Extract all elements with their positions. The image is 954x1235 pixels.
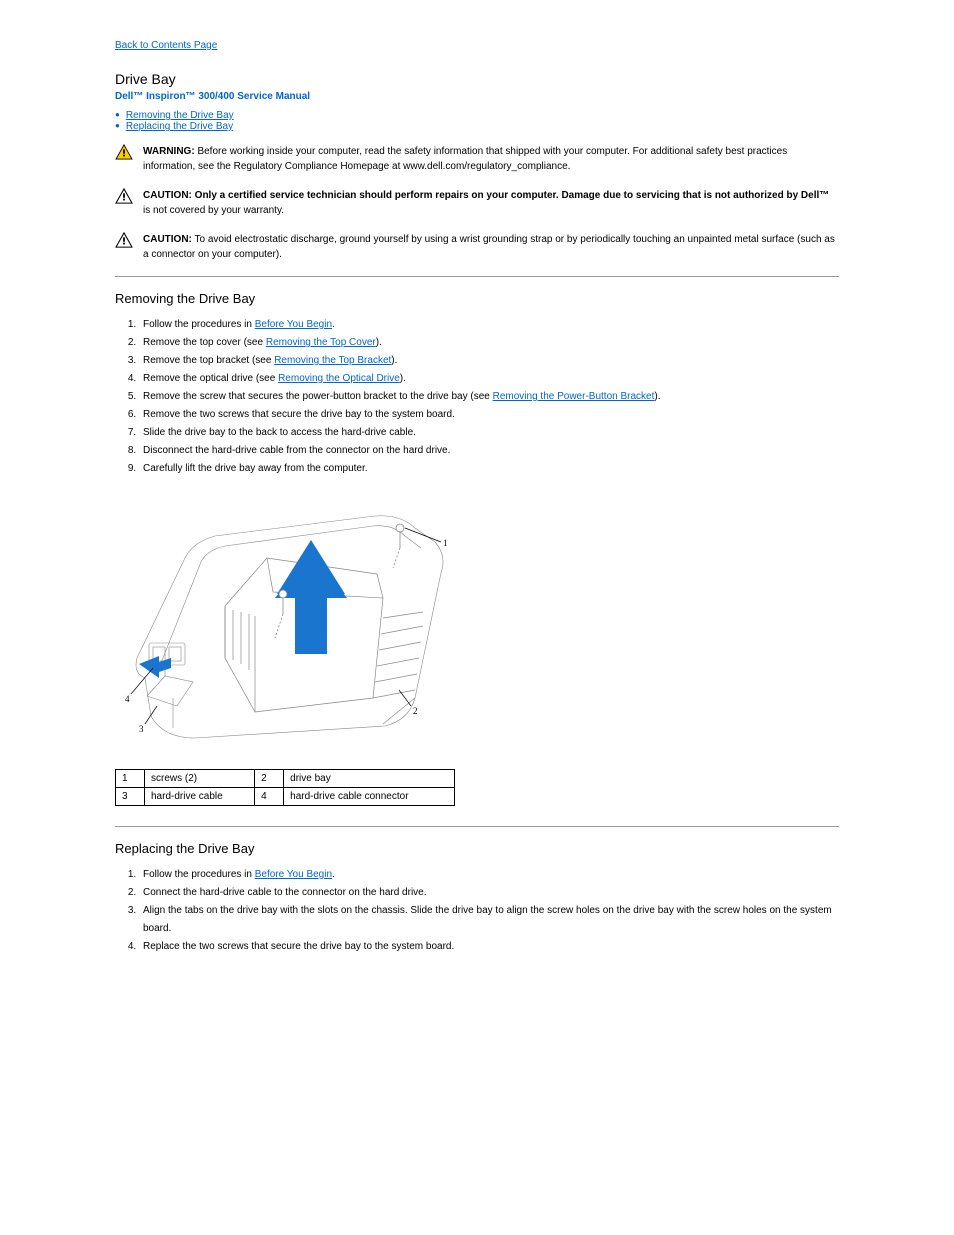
- caution-notice-1: CAUTION: Only a certified service techni…: [115, 188, 839, 218]
- step: Connect the hard-drive cable to the conn…: [139, 884, 839, 902]
- replacing-title: Replacing the Drive Bay: [115, 841, 839, 856]
- toc-link-removing[interactable]: Removing the Drive Bay: [126, 110, 234, 121]
- warning-notice: WARNING: Before working inside your comp…: [115, 144, 839, 174]
- legend-label: drive bay: [284, 770, 455, 788]
- toc-list: Removing the Drive Bay Replacing the Dri…: [115, 110, 839, 132]
- subtitle: Dell™ Inspiron™ 300/400 Service Manual: [115, 91, 839, 102]
- step-link[interactable]: Removing the Top Cover: [266, 337, 376, 348]
- legend-label: screws (2): [145, 770, 255, 788]
- legend-num: 1: [116, 770, 145, 788]
- legend-num: 4: [255, 788, 284, 806]
- step: Align the tabs on the drive bay with the…: [139, 902, 839, 938]
- step: Carefully lift the drive bay away from t…: [139, 460, 839, 478]
- warning-label: WARNING:: [143, 146, 195, 157]
- step-link[interactable]: Before You Begin: [255, 869, 332, 880]
- step: Remove the screw that secures the power-…: [139, 388, 839, 406]
- svg-text:4: 4: [125, 694, 130, 704]
- divider: [115, 826, 839, 827]
- svg-text:2: 2: [413, 706, 418, 716]
- step: Slide the drive bay to the back to acces…: [139, 424, 839, 442]
- caution2-text: To avoid electrostatic discharge, ground…: [143, 234, 835, 260]
- step: Remove the two screws that secure the dr…: [139, 406, 839, 424]
- replacing-steps: Follow the procedures in Before You Begi…: [115, 866, 839, 956]
- caution1-label: CAUTION:: [143, 190, 192, 201]
- step-link[interactable]: Removing the Top Bracket: [274, 355, 391, 366]
- warning-icon: [115, 144, 135, 163]
- back-to-contents-link[interactable]: Back to Contents Page: [115, 40, 839, 51]
- svg-text:1: 1: [443, 538, 448, 548]
- warning-text: Before working inside your computer, rea…: [143, 146, 787, 172]
- caution-icon: [115, 232, 135, 251]
- toc-link-replacing[interactable]: Replacing the Drive Bay: [126, 121, 233, 132]
- step: Remove the top cover (see Removing the T…: [139, 334, 839, 352]
- diagram: 1 2 3 4 1 screws (2) 2 drive bay 3 hard-…: [115, 498, 839, 806]
- divider: [115, 276, 839, 277]
- caution-icon: [115, 188, 135, 207]
- step-link[interactable]: Removing the Power-Button Bracket: [493, 391, 655, 402]
- caution1-post: is not covered by your warranty.: [143, 205, 284, 216]
- step: Follow the procedures in Before You Begi…: [139, 866, 839, 884]
- step: Replace the two screws that secure the d…: [139, 938, 839, 956]
- drive-bay-diagram: 1 2 3 4: [115, 498, 455, 758]
- caution2-label: CAUTION:: [143, 234, 192, 245]
- page-title: Drive Bay: [115, 71, 839, 87]
- step: Remove the top bracket (see Removing the…: [139, 352, 839, 370]
- removing-title: Removing the Drive Bay: [115, 291, 839, 306]
- diagram-legend-table: 1 screws (2) 2 drive bay 3 hard-drive ca…: [115, 769, 455, 806]
- caution1-bold: Only a certified service technician shou…: [195, 190, 830, 201]
- legend-label: hard-drive cable connector: [284, 788, 455, 806]
- svg-text:3: 3: [139, 724, 144, 734]
- step-link[interactable]: Before You Begin: [255, 319, 332, 330]
- legend-label: hard-drive cable: [145, 788, 255, 806]
- step: Remove the optical drive (see Removing t…: [139, 370, 839, 388]
- legend-num: 2: [255, 770, 284, 788]
- step: Follow the procedures in Before You Begi…: [139, 316, 839, 334]
- step: Disconnect the hard-drive cable from the…: [139, 442, 839, 460]
- caution-notice-2: CAUTION: To avoid electrostatic discharg…: [115, 232, 839, 262]
- step-link[interactable]: Removing the Optical Drive: [278, 373, 400, 384]
- removing-steps: Follow the procedures in Before You Begi…: [115, 316, 839, 478]
- legend-num: 3: [116, 788, 145, 806]
